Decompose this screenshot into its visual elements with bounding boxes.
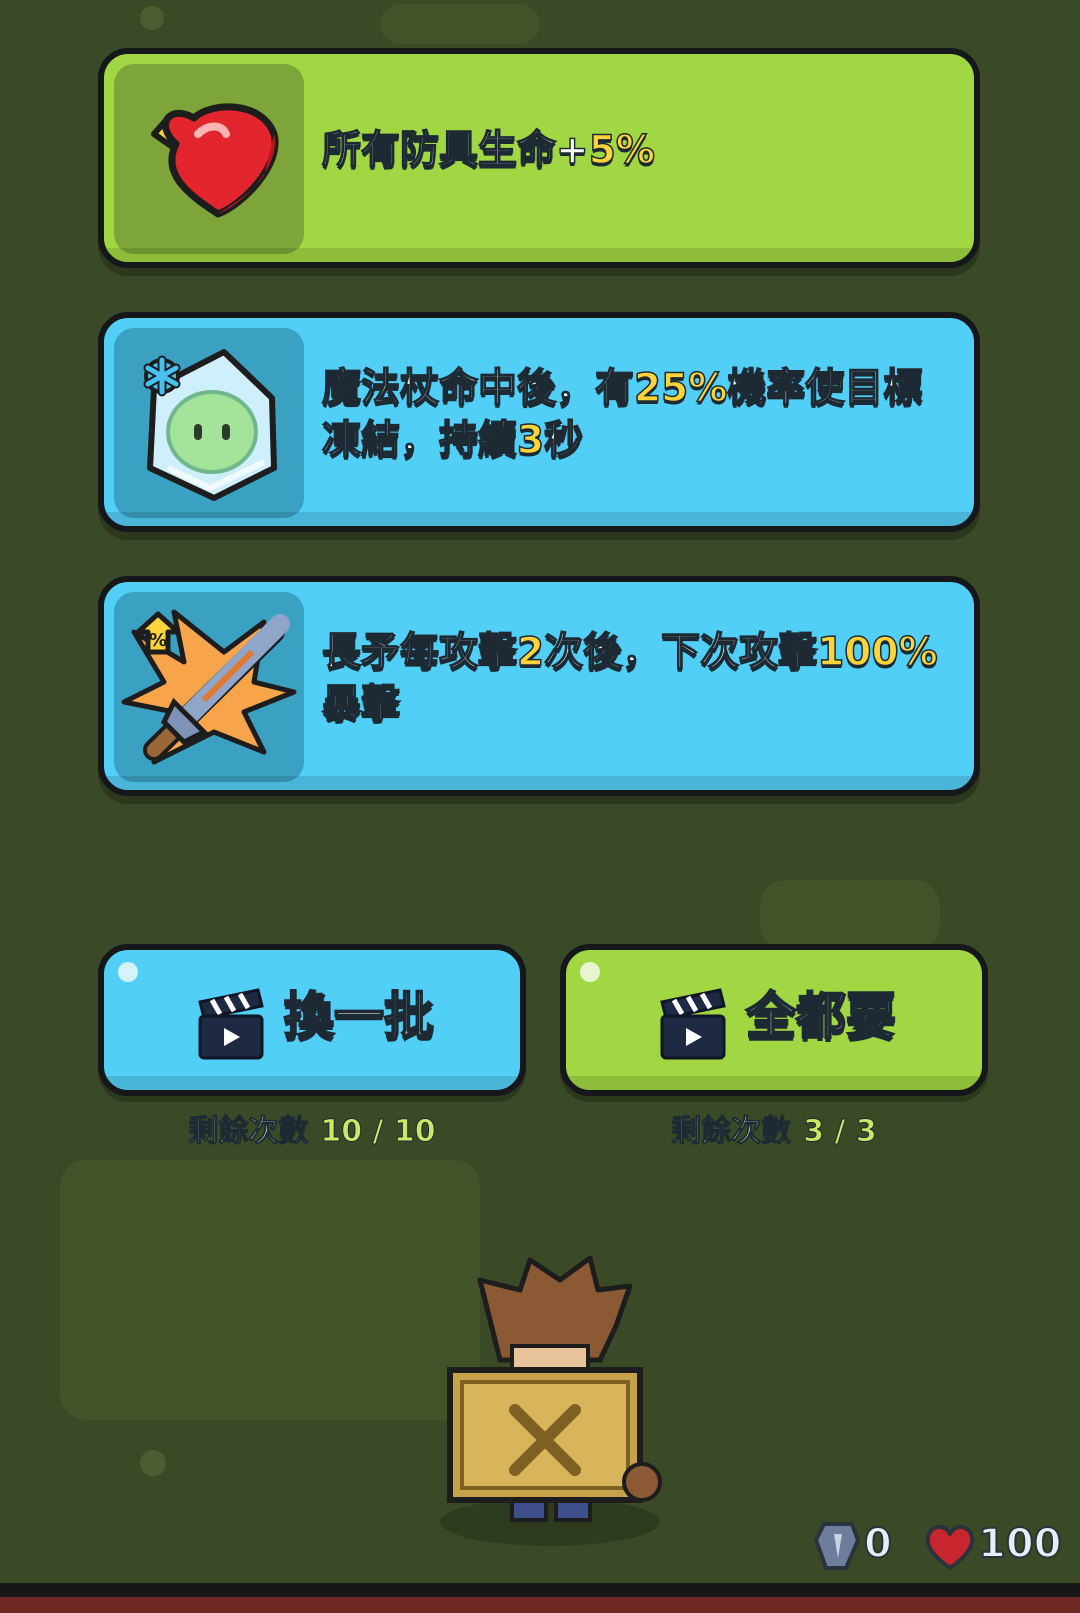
upgrade-card-spear-crit[interactable]: % 長矛每攻擊2次後，下次攻擊100% 暴擊 bbox=[98, 576, 980, 796]
card-icon-frame bbox=[114, 64, 304, 254]
highlight-value: 2 bbox=[516, 629, 545, 676]
take-all-remaining: 剩餘次數 3 / 3 bbox=[560, 1106, 988, 1150]
description-text: 魔法杖命中後，有 bbox=[321, 365, 635, 412]
spear-crit-icon: % bbox=[121, 609, 297, 765]
take-all-button[interactable]: 全都要 bbox=[560, 944, 988, 1096]
video-ad-icon bbox=[198, 988, 264, 1060]
card-description: 所有防具生命+5% bbox=[321, 54, 954, 248]
card-description: 長矛每攻擊2次後，下次攻擊100% 暴擊 bbox=[321, 582, 954, 776]
remaining-label: 剩餘次數 bbox=[188, 1114, 309, 1150]
take-all-button-label: 全都要 bbox=[745, 986, 897, 1046]
health-counter: 100 bbox=[922, 1514, 1072, 1574]
button-shine bbox=[118, 962, 138, 982]
heart-icon bbox=[925, 1525, 975, 1570]
highlight-value: 5% bbox=[588, 127, 656, 174]
svg-text:%: % bbox=[149, 630, 167, 651]
description-text: 暴擊 bbox=[321, 681, 401, 728]
remaining-count: 3 / 3 bbox=[803, 1114, 878, 1150]
refresh-remaining: 剩餘次數 10 / 10 bbox=[98, 1106, 526, 1150]
highlight-value: 3 bbox=[516, 417, 545, 464]
gem-counter: 0 bbox=[812, 1514, 902, 1574]
gem-count: 0 bbox=[863, 1520, 893, 1568]
highlight-value: 25% bbox=[633, 365, 728, 412]
remaining-label: 剩餘次數 bbox=[671, 1114, 792, 1150]
description-text: 長矛每攻擊 bbox=[321, 629, 518, 676]
background-flower bbox=[140, 1450, 166, 1476]
refresh-button-label: 換一批 bbox=[283, 986, 435, 1046]
description-text: 所有防具生命+ bbox=[321, 127, 589, 174]
bottom-bar bbox=[0, 1583, 1080, 1613]
upgrade-card-armor-health[interactable]: 所有防具生命+5% bbox=[98, 48, 980, 268]
description-text: 秒 bbox=[543, 417, 584, 464]
bottom-bar-stripe bbox=[0, 1597, 1080, 1613]
player-character bbox=[440, 1255, 662, 1546]
gem-icon bbox=[814, 1522, 860, 1570]
background-tile bbox=[760, 880, 940, 950]
heart-potion-icon bbox=[151, 103, 279, 218]
card-description: 魔法杖命中後，有25%機率使目標凍結，持續3秒 bbox=[321, 318, 954, 512]
remaining-count: 10 / 10 bbox=[320, 1114, 436, 1150]
card-icon-frame bbox=[114, 328, 304, 518]
refresh-button[interactable]: 換一批 bbox=[98, 944, 526, 1096]
background-flower bbox=[140, 6, 164, 30]
button-shine bbox=[580, 962, 600, 982]
background-tile bbox=[380, 4, 540, 44]
upgrade-card-staff-freeze[interactable]: 魔法杖命中後，有25%機率使目標凍結，持續3秒 bbox=[98, 312, 980, 532]
frozen-slime-icon bbox=[143, 349, 277, 501]
health-count: 100 bbox=[977, 1520, 1062, 1568]
highlight-value: 100% bbox=[816, 629, 938, 676]
card-icon-frame: % bbox=[114, 592, 304, 782]
video-ad-icon bbox=[660, 988, 726, 1060]
background-tile bbox=[60, 1160, 480, 1420]
description-text: 次後，下次攻擊 bbox=[543, 629, 818, 676]
